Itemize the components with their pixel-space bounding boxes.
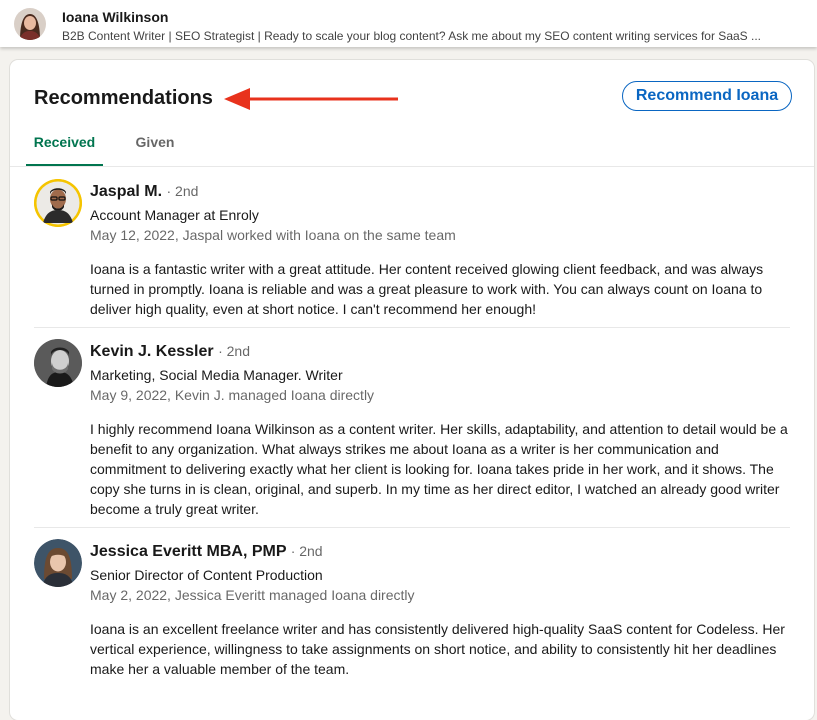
recommendation-meta: May 2, 2022, Jessica Everitt managed Ioa… [90,587,415,603]
connection-degree: · 2nd [166,183,199,199]
recommender-title: Marketing, Social Media Manager. Writer [90,367,343,383]
recommend-button[interactable]: Recommend Ioana [622,81,792,111]
red-arrow-icon [224,88,398,110]
profile-avatar[interactable] [14,8,46,40]
recommender-name[interactable]: Jessica Everitt MBA, PMP · 2nd [90,543,323,561]
recommendation-text: Ioana is a fantastic writer with a great… [90,261,764,317]
tab-received[interactable]: Received [26,120,103,166]
recommendation-tabs: Received Given [10,120,814,167]
recommender-title: Senior Director of Content Production [90,567,323,583]
recommender-name[interactable]: Jaspal M. · 2nd [90,183,198,201]
recommendations-card: Recommendations Recommend Ioana Received… [10,60,814,720]
recommendation-item: Jaspal M. · 2nd Account Manager at Enrol… [34,167,790,327]
recommendation-item: Kevin J. Kessler · 2nd Marketing, Social… [34,327,790,527]
recommendation-text: I highly recommend Ioana Wilkinson as a … [90,421,788,517]
profile-sticky-header: Ioana Wilkinson B2B Content Writer | SEO… [0,0,817,47]
recommendation-meta: May 9, 2022, Kevin J. managed Ioana dire… [90,387,375,403]
recommender-avatar[interactable] [34,539,82,587]
recommender-title: Account Manager at Enroly [90,207,259,223]
recommender-avatar[interactable] [34,179,82,227]
recommender-avatar[interactable] [34,339,82,387]
recommendation-item: Jessica Everitt MBA, PMP · 2nd Senior Di… [34,527,790,687]
section-title: Recommendations [34,87,213,109]
profile-headline: B2B Content Writer | SEO Strategist | Re… [62,29,761,43]
connection-degree: · 2nd [290,543,323,559]
connection-degree: · 2nd [218,343,250,359]
recommendation-meta: May 12, 2022, Jaspal worked with Ioana o… [90,227,456,243]
tab-given[interactable]: Given [120,120,190,164]
recommender-name[interactable]: Kevin J. Kessler · 2nd [90,343,250,361]
profile-name: Ioana Wilkinson [62,9,169,25]
recommendation-text: Ioana is an excellent freelance writer a… [90,621,785,677]
